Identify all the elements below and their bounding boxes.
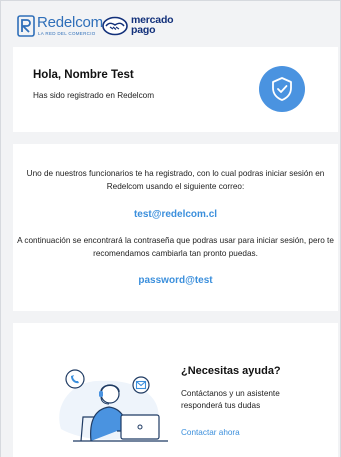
- mercadopago-handshake-icon: [102, 16, 128, 36]
- redelcom-mark-icon: [17, 15, 35, 37]
- help-title: ¿Necesitas ayuda?: [181, 365, 281, 377]
- greeting-title: Hola, Nombre Test: [33, 69, 134, 81]
- mercadopago-logo-line2: pago: [131, 24, 156, 36]
- mercadopago-logo: mercado pago: [102, 15, 182, 40]
- help-card: ¿Necesitas ayuda? Contáctanos y un asist…: [13, 323, 338, 457]
- login-password: password@test: [138, 275, 213, 286]
- login-email: test@redelcom.cl: [133, 209, 218, 220]
- redelcom-logo-tagline: LA RED DEL COMERCIO: [38, 31, 96, 36]
- greeting-card: Hola, Nombre Test Has sido registrado en…: [13, 47, 338, 132]
- registration-message: Uno de nuestros funcionarios te ha regis…: [26, 169, 325, 191]
- email-frame: Redelcom LA RED DEL COMERCIO mercado pag…: [0, 0, 341, 457]
- password-message: A continuación se encontrará la contrase…: [17, 236, 334, 258]
- email-header: Redelcom LA RED DEL COMERCIO mercado pag…: [1, 1, 340, 47]
- support-agent-illustration: [59, 369, 168, 442]
- help-text: Contáctanos y un asistente responderá tu…: [181, 389, 280, 410]
- shield-check-icon: [259, 66, 305, 112]
- contact-now-link[interactable]: Contactar ahora: [181, 428, 240, 437]
- redelcom-logo: Redelcom LA RED DEL COMERCIO: [17, 12, 103, 42]
- greeting-subtitle: Has sido registrado en Redelcom: [33, 91, 155, 100]
- redelcom-logo-word: Redelcom: [37, 14, 103, 31]
- registration-info-card: Uno de nuestros funcionarios te ha regis…: [13, 144, 338, 311]
- mercadopago-logo-word: mercado pago: [131, 15, 174, 36]
